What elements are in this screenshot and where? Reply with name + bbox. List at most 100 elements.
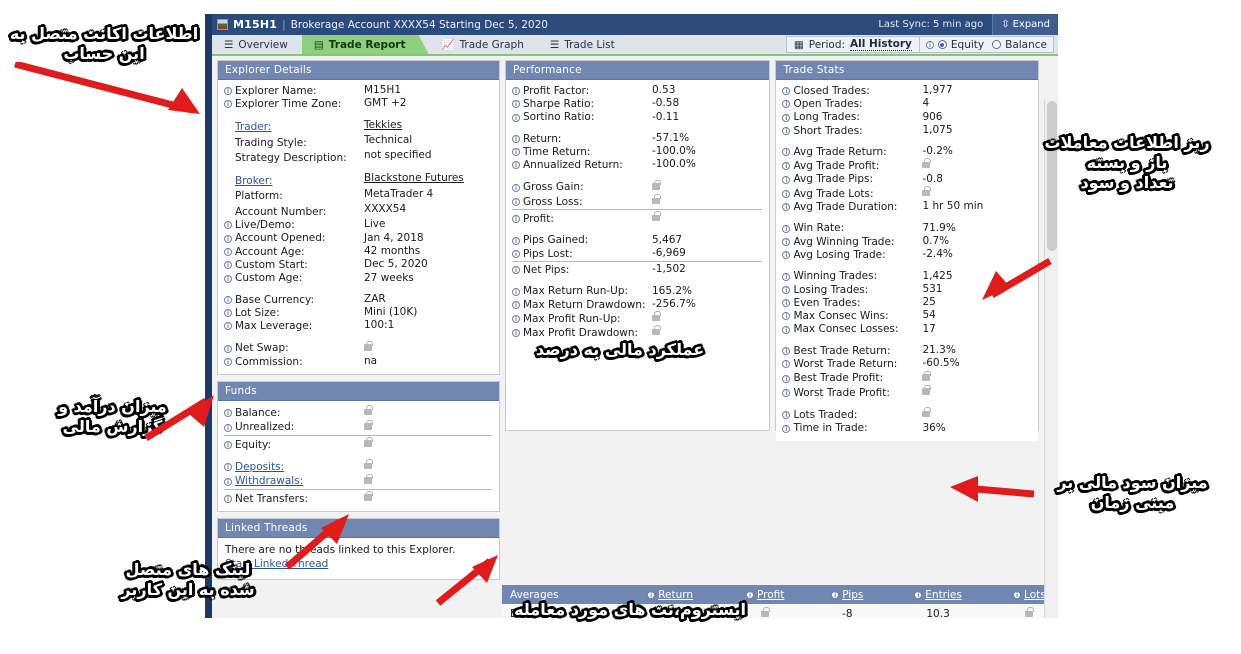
- averages-col-profit[interactable]: iProfit: [721, 585, 809, 604]
- tab-trade-list[interactable]: ☰ Trade List: [538, 35, 629, 54]
- info-icon[interactable]: i: [782, 326, 790, 334]
- info-icon[interactable]: i: [782, 425, 790, 433]
- lock-icon[interactable]: [364, 474, 372, 484]
- info-icon[interactable]: i: [782, 286, 790, 294]
- explorer-detail-label[interactable]: Broker:: [235, 175, 273, 188]
- explorer-detail-value[interactable]: [364, 341, 372, 355]
- trade-stat-value[interactable]: [922, 407, 930, 421]
- info-icon[interactable]: i: [782, 273, 790, 281]
- trade-stat-value[interactable]: [922, 385, 930, 399]
- lock-icon[interactable]: [364, 437, 372, 447]
- equity-radio[interactable]: [938, 40, 947, 49]
- info-icon[interactable]: i: [512, 148, 520, 156]
- funds-value[interactable]: [364, 437, 372, 451]
- tab-trade-report[interactable]: ▤ Trade Report: [302, 35, 420, 54]
- performance-value[interactable]: [652, 211, 660, 225]
- info-icon[interactable]: i: [512, 266, 520, 274]
- info-icon[interactable]: i: [782, 87, 790, 95]
- info-icon[interactable]: i: [1013, 591, 1021, 599]
- info-icon[interactable]: i: [512, 215, 520, 223]
- info-icon[interactable]: i: [914, 591, 922, 599]
- info-icon[interactable]: i: [224, 478, 232, 486]
- lock-icon[interactable]: [922, 186, 930, 196]
- info-icon[interactable]: i: [782, 225, 790, 233]
- info-icon[interactable]: i: [224, 296, 232, 304]
- lock-icon[interactable]: [364, 459, 372, 469]
- lock-icon[interactable]: [922, 407, 930, 417]
- performance-value[interactable]: [652, 325, 660, 339]
- info-icon[interactable]: i: [224, 409, 232, 417]
- funds-value[interactable]: [364, 491, 372, 505]
- info-icon[interactable]: i: [782, 347, 790, 355]
- start-linked-thread-link[interactable]: Start Linked Thread: [225, 558, 492, 570]
- info-icon[interactable]: i: [831, 591, 839, 599]
- info-icon[interactable]: i: [512, 87, 520, 95]
- info-icon[interactable]: i: [224, 248, 232, 256]
- lock-icon[interactable]: [364, 491, 372, 501]
- lock-icon[interactable]: [364, 405, 372, 415]
- info-icon[interactable]: i: [926, 41, 934, 49]
- info-icon[interactable]: i: [782, 299, 790, 307]
- info-icon[interactable]: i: [224, 463, 232, 471]
- info-icon[interactable]: i: [512, 288, 520, 296]
- info-icon[interactable]: i: [512, 237, 520, 245]
- info-icon[interactable]: i: [224, 87, 232, 95]
- lock-icon[interactable]: [922, 371, 930, 381]
- lock-icon[interactable]: [922, 158, 930, 168]
- info-icon[interactable]: i: [782, 375, 790, 383]
- averages-col-return[interactable]: iReturn: [619, 585, 721, 604]
- info-icon[interactable]: i: [746, 591, 754, 599]
- info-icon[interactable]: i: [782, 312, 790, 320]
- info-icon[interactable]: i: [782, 389, 790, 397]
- lock-icon[interactable]: [652, 180, 660, 190]
- trade-stat-value[interactable]: [922, 158, 930, 172]
- explorer-detail-value[interactable]: Tekkies: [364, 119, 402, 132]
- info-icon[interactable]: i: [512, 100, 520, 108]
- info-icon[interactable]: i: [512, 329, 520, 337]
- info-icon[interactable]: i: [224, 322, 232, 330]
- trade-stat-value[interactable]: [922, 371, 930, 385]
- info-icon[interactable]: i: [224, 261, 232, 269]
- funds-label[interactable]: Deposits:: [235, 461, 284, 474]
- averages-col-entries[interactable]: iEntries: [885, 585, 990, 604]
- info-icon[interactable]: i: [224, 235, 232, 243]
- averages-row[interactable]: Daily-11.4%-810.3: [502, 604, 1058, 618]
- info-icon[interactable]: i: [224, 309, 232, 317]
- info-icon[interactable]: i: [782, 251, 790, 259]
- info-icon[interactable]: i: [512, 315, 520, 323]
- info-icon[interactable]: i: [512, 184, 520, 192]
- info-icon[interactable]: i: [782, 411, 790, 419]
- tab-overview[interactable]: ☰ Overview: [212, 35, 302, 54]
- vertical-scrollbar[interactable]: [1044, 100, 1058, 618]
- scrollbar-thumb[interactable]: [1047, 101, 1057, 251]
- info-icon[interactable]: i: [782, 100, 790, 108]
- expand-button[interactable]: ⇳ Expand: [992, 14, 1058, 35]
- performance-value[interactable]: [652, 180, 660, 194]
- info-icon[interactable]: i: [512, 198, 520, 206]
- funds-value[interactable]: [364, 405, 372, 419]
- info-icon[interactable]: i: [782, 148, 790, 156]
- explorer-detail-value[interactable]: Blackstone Futures: [364, 172, 464, 185]
- funds-label[interactable]: Withdrawals:: [235, 475, 303, 488]
- funds-value[interactable]: [364, 474, 372, 488]
- lock-icon[interactable]: [1025, 607, 1033, 617]
- trade-stat-value[interactable]: [922, 186, 930, 200]
- info-icon[interactable]: i: [224, 100, 232, 108]
- lock-icon[interactable]: [652, 325, 660, 335]
- info-icon[interactable]: i: [782, 176, 790, 184]
- info-icon[interactable]: i: [782, 114, 790, 122]
- lock-icon[interactable]: [652, 311, 660, 321]
- info-icon[interactable]: i: [224, 345, 232, 353]
- funds-value[interactable]: [364, 459, 372, 473]
- info-icon[interactable]: i: [224, 424, 232, 432]
- info-icon[interactable]: i: [224, 495, 232, 503]
- lock-icon[interactable]: [364, 420, 372, 430]
- info-icon[interactable]: i: [512, 161, 520, 169]
- averages-col-pips[interactable]: iPips: [809, 585, 885, 604]
- info-icon[interactable]: i: [224, 358, 232, 366]
- info-icon[interactable]: i: [782, 162, 790, 170]
- info-icon[interactable]: i: [512, 135, 520, 143]
- info-icon[interactable]: i: [512, 301, 520, 309]
- info-icon[interactable]: i: [782, 360, 790, 368]
- balance-radio[interactable]: [992, 40, 1001, 49]
